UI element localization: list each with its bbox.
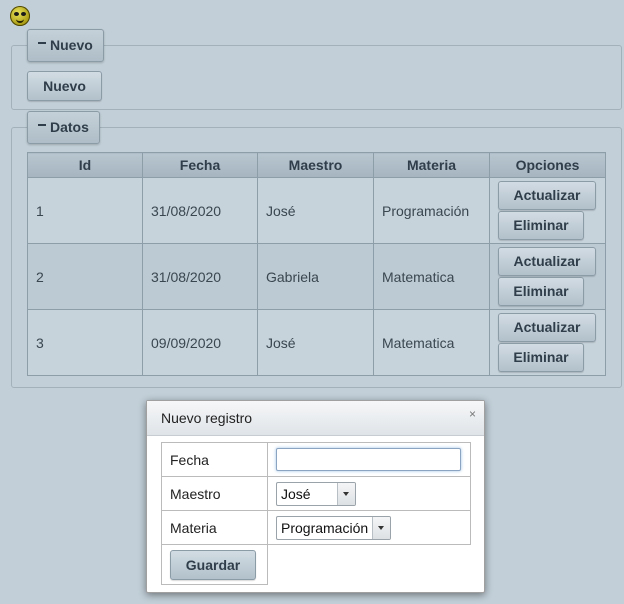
materia-label: Materia: [161, 510, 268, 545]
empty-cell: [267, 544, 471, 585]
actualizar-button[interactable]: Actualizar: [498, 313, 596, 342]
column-header-maestro[interactable]: Maestro: [257, 152, 374, 178]
fecha-input[interactable]: [276, 448, 461, 471]
cell-fecha: 09/09/2020: [142, 309, 258, 376]
datos-legend-label: Datos: [50, 119, 89, 135]
datos-table: Id Fecha Maestro Materia Opciones 1 31/0…: [27, 152, 606, 376]
nuevo-legend-toggle[interactable]: Nuevo: [27, 29, 104, 62]
cell-fecha: 31/08/2020: [142, 177, 258, 244]
cell-id: 2: [27, 243, 143, 310]
column-header-fecha[interactable]: Fecha: [142, 152, 258, 178]
cell-opciones: Actualizar Eliminar: [489, 309, 606, 376]
table-row: 2 31/08/2020 Gabriela Matematica Actuali…: [27, 243, 606, 310]
dialog-title[interactable]: Nuevo registro: [147, 401, 484, 436]
cell-fecha: 31/08/2020: [142, 243, 258, 310]
nuevo-legend-label: Nuevo: [50, 37, 93, 53]
guardar-button[interactable]: Guardar: [170, 549, 256, 580]
cell-materia: Programación: [373, 177, 490, 244]
table-row: 3 09/09/2020 José Matematica Actualizar …: [27, 309, 606, 376]
form-row-actions: Guardar: [161, 544, 471, 585]
smiley-icon: [10, 6, 30, 26]
maestro-cell: José: [267, 476, 471, 511]
eliminar-button[interactable]: Eliminar: [498, 343, 584, 372]
nuevo-registro-dialog: Nuevo registro × Fecha Maestro José Mate…: [146, 400, 485, 593]
maestro-selected-value: José: [281, 485, 311, 502]
chevron-down-icon[interactable]: [337, 482, 355, 505]
materia-select[interactable]: Programación: [276, 515, 391, 540]
column-header-id[interactable]: Id: [27, 152, 143, 178]
eliminar-button[interactable]: Eliminar: [498, 277, 584, 306]
chevron-down-icon[interactable]: [372, 516, 390, 539]
actions-cell: Guardar: [161, 544, 268, 585]
maestro-label: Maestro: [161, 476, 268, 511]
fecha-label: Fecha: [161, 442, 268, 477]
datos-legend-toggle[interactable]: Datos: [27, 111, 100, 144]
materia-cell: Programación: [267, 510, 471, 545]
nuevo-fieldset: Nuevo Nuevo: [11, 29, 622, 110]
cell-id: 3: [27, 309, 143, 376]
fecha-cell: [267, 442, 471, 477]
form-row-materia: Materia Programación: [161, 510, 471, 545]
cell-maestro: Gabriela: [257, 243, 374, 310]
form-row-maestro: Maestro José: [161, 476, 471, 511]
maestro-select[interactable]: José: [276, 481, 356, 506]
eliminar-button[interactable]: Eliminar: [498, 211, 584, 240]
column-header-opciones: Opciones: [489, 152, 606, 178]
close-icon[interactable]: ×: [469, 407, 476, 421]
table-row: 1 31/08/2020 José Programación Actualiza…: [27, 177, 606, 244]
cell-opciones: Actualizar Eliminar: [489, 243, 606, 310]
minus-icon: [38, 124, 46, 127]
form-row-fecha: Fecha: [161, 442, 471, 477]
cell-opciones: Actualizar Eliminar: [489, 177, 606, 244]
cell-maestro: José: [257, 177, 374, 244]
cell-materia: Matematica: [373, 309, 490, 376]
cell-maestro: José: [257, 309, 374, 376]
table-header-row: Id Fecha Maestro Materia Opciones: [27, 152, 606, 178]
registro-form: Fecha Maestro José Materia Programación: [161, 442, 471, 585]
actualizar-button[interactable]: Actualizar: [498, 181, 596, 210]
nuevo-button[interactable]: Nuevo: [27, 71, 102, 101]
column-header-materia[interactable]: Materia: [373, 152, 490, 178]
minus-icon: [38, 42, 46, 45]
actualizar-button[interactable]: Actualizar: [498, 247, 596, 276]
cell-materia: Matematica: [373, 243, 490, 310]
materia-selected-value: Programación: [281, 519, 369, 536]
cell-id: 1: [27, 177, 143, 244]
